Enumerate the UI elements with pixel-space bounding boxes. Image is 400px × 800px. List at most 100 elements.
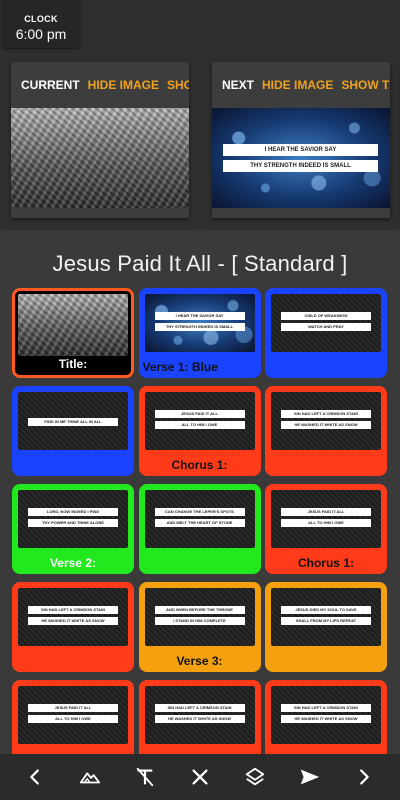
current-preview-bar: CURRENT HIDE IMAGE SHOW TEXT bbox=[11, 62, 189, 108]
current-show-text-button[interactable]: SHOW TEXT bbox=[167, 78, 189, 92]
slide-lyric-line: ALL TO HIM I OWE bbox=[28, 715, 118, 723]
slide-lyrics: JESUS PAID IT ALL ALL TO HIM I OWE bbox=[28, 704, 118, 726]
slide-lyric-line: FIND IN ME THINE ALL IN ALL bbox=[28, 418, 118, 426]
slide-lyric-line: ALL TO HIM I OWE bbox=[154, 421, 245, 429]
slide-tile[interactable]: CAN CHANGE THE LEPER'S SPOTS AND MELT THE… bbox=[138, 484, 261, 574]
slide-thumbnail: AND WHEN BEFORE THE THRONE I STAND IN HIM… bbox=[144, 588, 255, 646]
clear-all-button[interactable] bbox=[182, 759, 218, 795]
slide-lyrics: CAN CHANGE THE LEPER'S SPOTS AND MELT THE… bbox=[154, 508, 245, 530]
slide-lyrics: CHILD OF WEAKNESS WATCH AND PRAY bbox=[281, 312, 371, 334]
slide-lyrics: JESUS DIED MY SOUL TO SAVE SHALL FROM MY … bbox=[281, 606, 371, 628]
slide-lyric-line: ALL TO HIM I OWE bbox=[281, 519, 371, 527]
slide-lyric-line: JESUS PAID IT ALL bbox=[154, 410, 245, 418]
next-preview-bar: NEXT HIDE IMAGE SHOW TEXT bbox=[212, 62, 390, 108]
slide-lyrics: JESUS PAID IT ALL ALL TO HIM I OWE bbox=[154, 410, 245, 432]
slide-lyric-line: CAN CHANGE THE LEPER'S SPOTS bbox=[154, 508, 245, 516]
slide-thumbnail: CAN CHANGE THE LEPER'S SPOTS AND MELT THE… bbox=[144, 490, 255, 548]
slide-lyrics: I HEAR THE SAVIOR SAY THY STRENGTH INDEED… bbox=[154, 312, 245, 334]
slide-tile-label: Chorus 1: bbox=[297, 556, 354, 570]
slide-thumbnail: JESUS PAID IT ALL ALL TO HIM I OWE bbox=[144, 392, 255, 450]
slide-tile[interactable]: Title: bbox=[12, 288, 134, 378]
slide-tile[interactable]: CHILD OF WEAKNESS WATCH AND PRAY bbox=[265, 288, 387, 378]
slide-lyric-line: I HEAR THE SAVIOR SAY bbox=[154, 312, 245, 320]
slide-thumbnail: CHILD OF WEAKNESS WATCH AND PRAY bbox=[271, 294, 381, 352]
slide-tile-label: Title: bbox=[58, 357, 88, 371]
slide-lyrics: SIN HAD LEFT A CRIMSON STAIN HE WASHED IT… bbox=[281, 704, 371, 726]
mountain-icon bbox=[80, 772, 101, 784]
slide-tile[interactable]: SIN HAD LEFT A CRIMSON STAIN HE WASHED IT… bbox=[12, 582, 134, 672]
slide-tile-label: Verse 2: bbox=[49, 556, 97, 570]
slide-tile[interactable]: AND WHEN BEFORE THE THRONE I STAND IN HIM… bbox=[138, 582, 261, 672]
slide-lyric-line: CHILD OF WEAKNESS bbox=[281, 312, 371, 320]
slide-tile-label: Chorus 1: bbox=[171, 458, 228, 472]
slide-tile-label: Verse 1: Blue bbox=[142, 360, 218, 374]
song-title: Jesus Paid It All - [ Standard ] bbox=[52, 251, 348, 276]
slide-lyric-line: HE WASHED IT WHITE AS SNOW bbox=[281, 421, 371, 429]
slide-thumbnail: LORD, NOW INDEED I FIND THY POWER AND THI… bbox=[18, 490, 128, 548]
next-caption: NEXT bbox=[222, 78, 255, 92]
current-caption: CURRENT bbox=[21, 78, 80, 92]
slide-thumbnail: I HEAR THE SAVIOR SAY THY STRENGTH INDEED… bbox=[144, 294, 255, 352]
clock[interactable]: CLOCK 6:00 pm bbox=[2, 0, 80, 48]
next-lyric-line: THY STRENGTH INDEED IS SMALL bbox=[223, 160, 378, 172]
slide-lyrics: SIN HAD LEFT A CRIMSON STAIN HE WASHED IT… bbox=[154, 704, 245, 726]
slide-thumbnail: JESUS DIED MY SOUL TO SAVE SHALL FROM MY … bbox=[271, 588, 381, 646]
next-slide-lyrics: I HEAR THE SAVIOR SAY THY STRENGTH INDEE… bbox=[223, 144, 378, 176]
slide-lyric-line: WATCH AND PRAY bbox=[281, 323, 371, 331]
slide-lyric-line: JESUS PAID IT ALL bbox=[28, 704, 118, 712]
slide-tile[interactable]: SIN HAD LEFT A CRIMSON STAIN HE WASHED IT… bbox=[265, 680, 387, 754]
slide-thumbnail: JESUS PAID IT ALL ALL TO HIM I OWE bbox=[18, 686, 128, 744]
current-hide-image-button[interactable]: HIDE IMAGE bbox=[88, 78, 159, 92]
next-lyric-line: I HEAR THE SAVIOR SAY bbox=[223, 144, 378, 156]
slide-lyric-line: HE WASHED IT WHITE AS SNOW bbox=[154, 715, 245, 723]
slide-lyric-line: I STAND IN HIM COMPLETE bbox=[154, 617, 245, 625]
slide-lyric-line: AND WHEN BEFORE THE THRONE bbox=[154, 606, 245, 614]
bottom-toolbar bbox=[0, 754, 400, 800]
chevron-left-icon bbox=[30, 769, 40, 785]
slide-tile[interactable]: LORD, NOW INDEED I FIND THY POWER AND THI… bbox=[12, 484, 134, 574]
slide-tile[interactable]: FIND IN ME THINE ALL IN ALL bbox=[12, 386, 134, 476]
slide-lyric-line: JESUS PAID IT ALL bbox=[281, 508, 371, 516]
slide-tile[interactable]: JESUS DIED MY SOUL TO SAVE SHALL FROM MY … bbox=[265, 582, 387, 672]
next-show-text-button[interactable]: SHOW TEXT bbox=[341, 78, 390, 92]
preview-area: CLOCK 6:00 pm CURRENT HIDE IMAGE SHOW TE… bbox=[0, 0, 400, 230]
slide-tile[interactable]: SIN HAD LEFT A CRIMSON STAIN HE WASHED IT… bbox=[138, 680, 261, 754]
slide-lyric-line: SHALL FROM MY LIPS REPEAT bbox=[281, 617, 371, 625]
slide-tile[interactable]: JESUS PAID IT ALL ALL TO HIM I OWE bbox=[12, 680, 134, 754]
slide-tile[interactable]: JESUS PAID IT ALL ALL TO HIM I OWE Chorus … bbox=[138, 386, 261, 476]
slide-lyric-line: SIN HAD LEFT A CRIMSON STAIN bbox=[281, 410, 371, 418]
next-slide-screen: I HEAR THE SAVIOR SAY THY STRENGTH INDEE… bbox=[212, 108, 390, 208]
clear-text-button[interactable] bbox=[127, 759, 163, 795]
slide-lyric-line: AND MELT THE HEART OF STONE bbox=[154, 519, 245, 527]
slide-lyric-line: SIN HAD LEFT A CRIMSON STAIN bbox=[28, 606, 118, 614]
slide-thumbnail: SIN HAD LEFT A CRIMSON STAIN HE WASHED IT… bbox=[271, 392, 381, 450]
background-image-button[interactable] bbox=[72, 759, 108, 795]
clock-time: 6:00 pm bbox=[15, 26, 67, 42]
slide-thumbnail: JESUS PAID IT ALL ALL TO HIM I OWE bbox=[271, 490, 381, 548]
slide-lyric-line: LORD, NOW INDEED I FIND bbox=[28, 508, 118, 516]
slide-lyric-line: THY POWER AND THINE ALONE bbox=[28, 519, 118, 527]
send-button[interactable] bbox=[292, 759, 328, 795]
slide-tile[interactable]: SIN HAD LEFT A CRIMSON STAIN HE WASHED IT… bbox=[265, 386, 387, 476]
previous-button[interactable] bbox=[17, 759, 53, 795]
current-slide-screen bbox=[11, 108, 189, 208]
slide-thumbnail: SIN HAD LEFT A CRIMSON STAIN HE WASHED IT… bbox=[18, 588, 128, 646]
slide-thumbnail: FIND IN ME THINE ALL IN ALL bbox=[18, 392, 128, 450]
layers-button[interactable] bbox=[237, 759, 273, 795]
slide-thumbnail: SIN HAD LEFT A CRIMSON STAIN HE WASHED IT… bbox=[271, 686, 381, 744]
slide-tile[interactable]: JESUS PAID IT ALL ALL TO HIM I OWE Chorus … bbox=[265, 484, 387, 574]
slide-thumbnail: SIN HAD LEFT A CRIMSON STAIN HE WASHED IT… bbox=[144, 686, 255, 744]
slide-lyric-line: SIN HAD LEFT A CRIMSON STAIN bbox=[281, 704, 371, 712]
slide-grid: Title: I HEAR THE SAVIOR SAY THY STRENGTH … bbox=[12, 288, 387, 754]
slide-lyrics: LORD, NOW INDEED I FIND THY POWER AND THI… bbox=[28, 508, 118, 530]
next-hide-image-button[interactable]: HIDE IMAGE bbox=[262, 78, 333, 92]
slide-lyric-line: JESUS DIED MY SOUL TO SAVE bbox=[281, 606, 371, 614]
slide-tile-label: Verse 3: bbox=[176, 654, 223, 668]
slide-grid-scroll[interactable]: Title: I HEAR THE SAVIOR SAY THY STRENGTH … bbox=[0, 286, 400, 754]
slide-lyric-line: SIN HAD LEFT A CRIMSON STAIN bbox=[154, 704, 245, 712]
slide-tile[interactable]: I HEAR THE SAVIOR SAY THY STRENGTH INDEED… bbox=[138, 288, 261, 378]
slide-lyric-line: THY STRENGTH INDEED IS SMALL bbox=[154, 323, 245, 331]
slide-lyrics: JESUS PAID IT ALL ALL TO HIM I OWE bbox=[281, 508, 371, 530]
next-button[interactable] bbox=[346, 759, 382, 795]
next-preview: NEXT HIDE IMAGE SHOW TEXT I HEAR THE SAV… bbox=[212, 62, 390, 218]
